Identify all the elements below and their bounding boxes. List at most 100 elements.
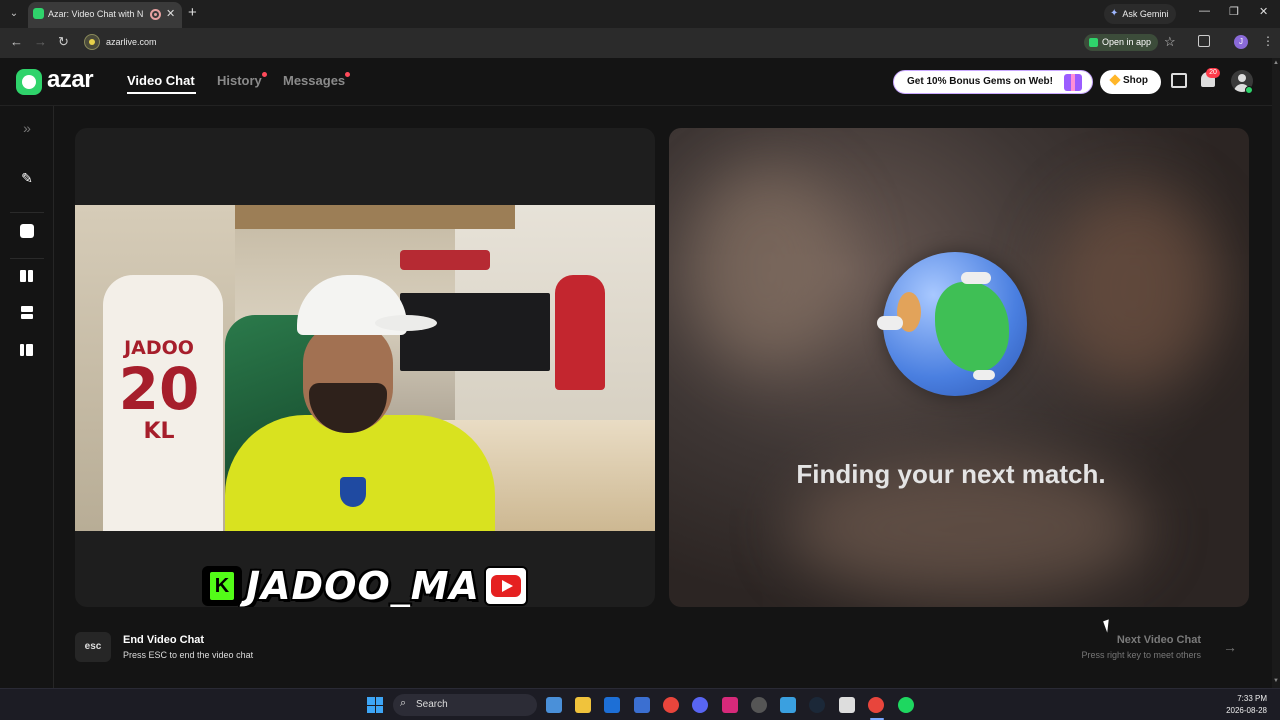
nav-history[interactable]: History (217, 73, 262, 88)
globe-cloud (961, 272, 991, 284)
app-icon[interactable] (780, 697, 796, 713)
gem-icon (1109, 74, 1121, 86)
next-chat-hint: Press right key to meet others (1081, 650, 1201, 660)
layout-stacked-icon[interactable] (19, 305, 35, 321)
promo-label: Get 10% Bonus Gems on Web! (907, 76, 1053, 87)
tab-close-icon[interactable]: ✕ (166, 7, 175, 20)
end-chat-title[interactable]: End Video Chat (123, 634, 204, 646)
shop-button[interactable]: Shop (1100, 70, 1161, 94)
bookmark-star-icon[interactable]: ☆ (1164, 34, 1176, 50)
magic-wand-icon[interactable]: ✎ (19, 170, 35, 186)
blur-background (1049, 188, 1219, 388)
back-arrow-icon[interactable]: ← (10, 34, 23, 49)
widgets-icon[interactable] (546, 697, 562, 713)
scroll-up-arrow-icon[interactable]: ▲ (1273, 60, 1279, 66)
taskbar-search-box[interactable]: ⌕ Search (393, 694, 537, 716)
sidebar-divider (10, 258, 44, 259)
filter-icon[interactable] (19, 223, 35, 239)
restore-window-icon[interactable]: ❐ (1229, 5, 1239, 18)
page-scrollbar[interactable] (1272, 58, 1280, 688)
discord-icon[interactable] (692, 697, 708, 713)
streamer-name: JADOO_MA (246, 564, 480, 607)
nav-messages[interactable]: Messages (283, 73, 345, 88)
streamer-overlay: JADOO_MA (202, 564, 528, 607)
browser-menu-icon[interactable]: ⋮ (1262, 34, 1274, 48)
kick-logo-icon (202, 566, 242, 606)
online-status-dot (1245, 86, 1253, 94)
person-torso (225, 415, 495, 531)
end-chat-hint: Press ESC to end the video chat (123, 650, 254, 660)
browser-profile-avatar[interactable]: J (1234, 35, 1248, 49)
site-info-icon[interactable] (84, 34, 100, 50)
chrome-active-icon[interactable] (868, 697, 884, 713)
mouse-cursor-icon (1103, 619, 1113, 633)
instagram-icon[interactable] (722, 697, 738, 713)
next-chat-arrow-button[interactable]: → (1212, 632, 1248, 662)
spotify-icon[interactable] (898, 697, 914, 713)
history-notification-dot (262, 72, 267, 77)
steam-icon[interactable] (809, 697, 825, 713)
extensions-icon[interactable] (1198, 35, 1210, 47)
close-window-icon[interactable]: ✕ (1259, 5, 1268, 18)
obs-icon[interactable] (751, 697, 767, 713)
layout-grid-icon[interactable] (19, 342, 35, 358)
url-field[interactable]: azarlive.com (106, 37, 157, 47)
clock-time[interactable]: 7:33 PM (1233, 694, 1267, 703)
gemini-sparkle-icon: ✦ (1110, 8, 1119, 19)
cap-brim (375, 315, 437, 331)
active-nav-underline (127, 92, 196, 94)
scroll-down-arrow-icon[interactable]: ▼ (1273, 678, 1279, 684)
tab-title: Azar: Video Chat with New (48, 9, 143, 19)
globe-cloud (877, 316, 903, 330)
app-icon (1089, 38, 1098, 47)
end-chat-esc-button[interactable]: esc (75, 632, 111, 662)
shop-label: Shop (1123, 75, 1148, 86)
store-icon[interactable] (634, 697, 650, 713)
azar-logo-icon[interactable] (16, 69, 42, 95)
layout-side-by-side-icon[interactable] (19, 268, 35, 284)
search-label: Search (416, 699, 448, 710)
next-chat-title[interactable]: Next Video Chat (1060, 634, 1201, 646)
inbox-icon[interactable] (1171, 73, 1187, 88)
address-bar-row: ← → ↻ azarlive.com Open in app ☆ J ⋮ (0, 28, 1280, 58)
open-in-app-button[interactable]: Open in app (1084, 34, 1159, 51)
remote-video-panel: Finding your next match. (669, 128, 1249, 607)
globe-icon (877, 252, 1027, 396)
shelf-with-photos (235, 205, 515, 229)
outlook-icon[interactable] (604, 697, 620, 713)
sidebar: » ✎ (0, 106, 54, 688)
jersey-print: JADOO 20 KL (105, 337, 213, 444)
sidebar-divider (10, 212, 44, 213)
ask-gemini-button[interactable]: ✦ Ask Gemini (1104, 4, 1177, 24)
shirt-crest (340, 477, 366, 507)
local-camera-feed: JADOO 20 KL (75, 205, 655, 531)
azar-logo-text[interactable]: azar (47, 66, 94, 94)
tab-search-chevron-icon[interactable]: ⌄ (6, 6, 22, 22)
windows-taskbar: ⌕ Search 7:33 PM 2026-08-28 (0, 688, 1280, 720)
new-tab-button[interactable]: + (188, 4, 197, 21)
recording-indicator-icon (150, 9, 161, 20)
chrome-icon[interactable] (663, 697, 679, 713)
browser-tab[interactable]: Azar: Video Chat with New ✕ (28, 2, 182, 28)
clock-date[interactable]: 2026-08-28 (1222, 706, 1267, 715)
forward-arrow-icon[interactable]: → (34, 34, 47, 49)
matching-status-text: Finding your next match. (796, 459, 1106, 489)
search-icon: ⌕ (400, 697, 407, 709)
nav-video-chat[interactable]: Video Chat (127, 73, 195, 88)
store-bag-icon[interactable] (839, 697, 855, 713)
messages-notification-dot (345, 72, 350, 77)
file-explorer-icon[interactable] (575, 697, 591, 713)
expand-sidebar-icon[interactable]: » (19, 120, 35, 136)
open-in-app-label: Open in app (1102, 37, 1152, 47)
bonus-gems-promo-button[interactable]: Get 10% Bonus Gems on Web! (893, 70, 1093, 94)
reload-icon[interactable]: ↻ (58, 34, 69, 50)
notification-count-badge: 20 (1206, 68, 1220, 78)
globe-cloud (973, 370, 995, 380)
windows-start-icon[interactable] (367, 697, 383, 713)
azar-favicon-icon (33, 8, 44, 19)
minimize-window-icon[interactable]: — (1199, 5, 1210, 17)
youtube-logo-icon (483, 566, 528, 606)
blur-background (689, 168, 849, 368)
browser-tab-bar: ⌄ Azar: Video Chat with New ✕ + ✦ Ask Ge… (0, 0, 1280, 28)
television (400, 293, 550, 371)
